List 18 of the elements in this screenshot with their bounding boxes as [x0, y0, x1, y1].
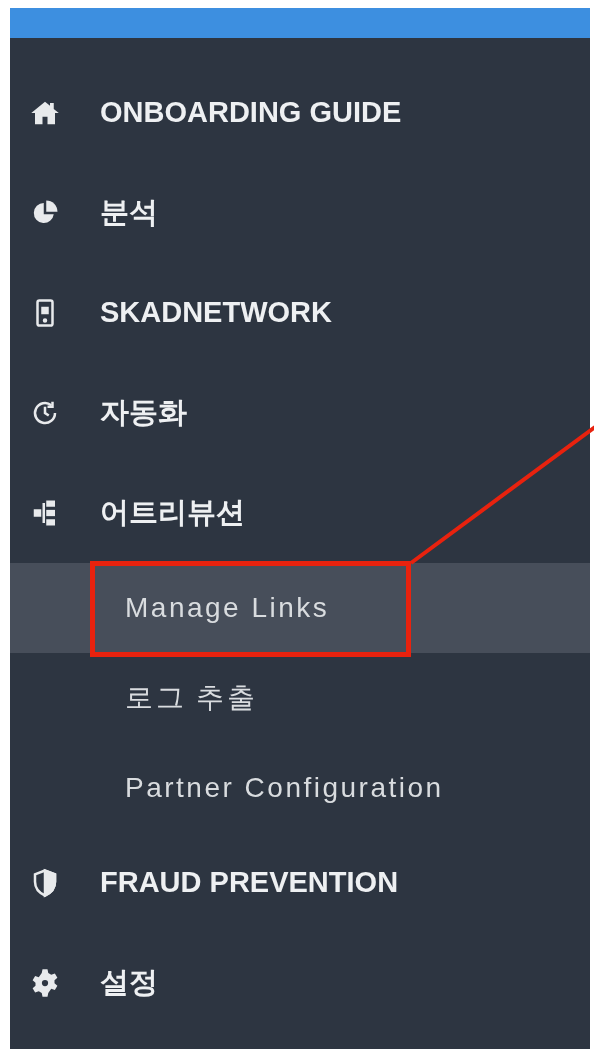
menu-label: 어트리뷰션	[100, 495, 245, 531]
menu-label: 자동화	[100, 395, 187, 431]
menu-label: 분석	[100, 195, 158, 231]
menu-item[interactable]: SKADNETWORK	[10, 263, 590, 363]
menu-item[interactable]: ONBOARDING GUIDE	[10, 63, 590, 163]
gear-icon	[30, 968, 60, 998]
menu-item[interactable]: 분석	[10, 163, 590, 263]
submenu-item[interactable]: Manage Links	[10, 563, 590, 653]
menu-label: ONBOARDING GUIDE	[100, 95, 402, 131]
menu-label: 설정	[100, 965, 158, 1001]
submenu-item[interactable]: 로그 추출	[10, 653, 590, 743]
menu-item[interactable]: FRAUD PREVENTION	[10, 833, 590, 933]
menu-item[interactable]: 설정	[10, 933, 590, 1033]
menu-label: FRAUD PREVENTION	[100, 865, 399, 901]
menu-item[interactable]: 어트리뷰션	[10, 463, 590, 563]
submenu-item[interactable]: Partner Configuration	[10, 743, 590, 833]
menu-item[interactable]: 자동화	[10, 363, 590, 463]
menu-label: SKADNETWORK	[100, 295, 332, 331]
